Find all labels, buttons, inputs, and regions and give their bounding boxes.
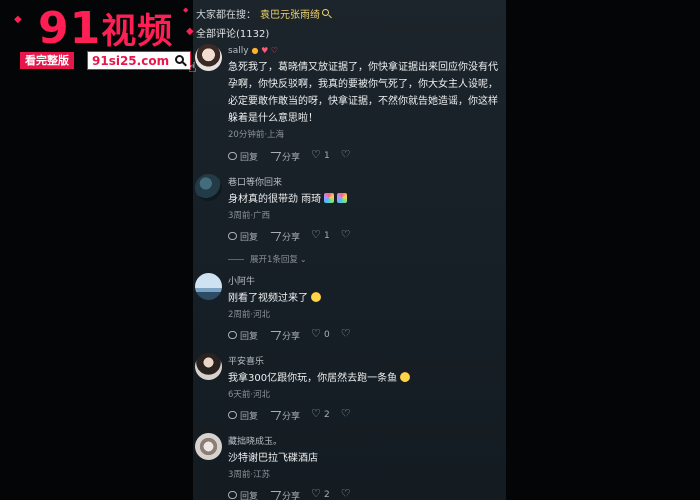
share-icon	[270, 331, 278, 339]
dislike-icon	[341, 148, 351, 161]
divider	[228, 258, 244, 260]
comment-username[interactable]: 巷口等你回来	[228, 175, 500, 188]
share-button[interactable]: 分享	[270, 230, 300, 243]
search-keyword[interactable]: 袁巴元张雨绮	[260, 10, 320, 21]
comment-username[interactable]: 小阿牛	[228, 274, 500, 287]
reply-icon	[228, 331, 237, 339]
heart-icon	[311, 407, 321, 420]
search-icon	[322, 9, 329, 16]
reply-icon	[228, 152, 237, 160]
dislike-button[interactable]	[341, 148, 351, 161]
avatar[interactable]	[195, 433, 222, 460]
like-button[interactable]: 1	[311, 228, 330, 241]
watermark-logo: 91视频	[38, 3, 174, 54]
dislike-icon	[341, 228, 351, 241]
heart-icon	[311, 327, 321, 340]
comment-username[interactable]: 平安喜乐	[228, 354, 500, 367]
comment-text: 急死我了，葛晓倩又放证据了，你快拿证据出来回应你没有代孕啊，你快反驳啊，我真的要…	[228, 62, 498, 124]
comment-actions: 回复 分享 1	[228, 148, 363, 163]
share-icon	[270, 232, 278, 240]
comment-meta: 3周前·江苏	[228, 470, 271, 480]
comment-meta: 2周前·河北	[228, 310, 271, 320]
chevron-down-icon: ⌄	[299, 254, 307, 264]
like-button[interactable]: 2	[311, 407, 330, 420]
reply-button[interactable]: 回复	[228, 230, 258, 243]
dislike-icon	[341, 407, 351, 420]
comment-text: 刚看了视频过来了	[228, 290, 500, 307]
comments-count: 全部评论(1132)	[196, 29, 270, 40]
comment-meta: 3周前·广西	[228, 211, 271, 221]
share-button[interactable]: 分享	[270, 409, 300, 422]
share-button[interactable]: 分享	[270, 489, 300, 500]
reply-icon	[228, 491, 237, 499]
dislike-button[interactable]	[341, 327, 351, 340]
dislike-icon	[341, 487, 351, 500]
comment-text: 我拿300亿跟你玩，你居然去跑一条鱼	[228, 370, 500, 387]
search-suggestion[interactable]: 大家都在搜： 袁巴元张雨绮	[196, 6, 329, 21]
watermark: ◆ ◆ ◆ 91视频 看完整版 91si25.com ☝	[0, 0, 200, 80]
sparkle-icon: ◆	[183, 6, 189, 14]
pointer-hand-icon: ☝	[188, 60, 197, 76]
comments-panel: 大家都在搜： 袁巴元张雨绮 全部评论(1132) sally ● ♥ ♡ 急死我了，…	[193, 0, 506, 500]
dislike-button[interactable]	[341, 487, 351, 500]
comment-actions: 回复 分享 1	[228, 228, 363, 243]
comment-actions: 回复 分享 2	[228, 487, 363, 500]
dislike-button[interactable]	[341, 228, 351, 241]
emoji-icon	[400, 372, 411, 382]
comment-actions: 回复 分享 0	[228, 327, 363, 342]
heart-icon	[311, 487, 321, 500]
sparkle-icon: ◆	[186, 26, 194, 37]
dislike-button[interactable]	[341, 407, 351, 420]
reply-button[interactable]: 回复	[228, 489, 258, 500]
avatar[interactable]	[195, 273, 222, 300]
right-backdrop	[506, 0, 700, 500]
share-button[interactable]: 分享	[270, 150, 300, 163]
comment-meta: 6天前·河北	[228, 390, 271, 400]
emoji-icon	[337, 193, 348, 203]
watermark-badge: 看完整版	[20, 52, 74, 69]
share-icon	[270, 411, 278, 419]
share-icon	[270, 152, 278, 160]
heart-icon	[311, 148, 321, 161]
dislike-icon	[341, 327, 351, 340]
heart-icon	[311, 228, 321, 241]
emoji-icon	[311, 292, 321, 302]
watermark-url: 91si25.com	[87, 51, 191, 70]
comment-meta: 20分钟前·上海	[228, 130, 285, 140]
avatar[interactable]	[195, 353, 222, 380]
reply-button[interactable]: 回复	[228, 409, 258, 422]
comment-text: 沙特谢巴拉飞碟酒店	[228, 453, 318, 464]
user-badge-icon: ● ♥ ♡	[251, 46, 278, 55]
comment-username[interactable]: 藏拙晓成玉。	[228, 434, 500, 447]
reply-icon	[228, 232, 237, 240]
search-icon	[175, 55, 184, 64]
like-button[interactable]: 0	[311, 327, 330, 340]
comment-username[interactable]: sally ● ♥ ♡	[228, 46, 500, 56]
sparkle-icon: ◆	[14, 14, 22, 25]
share-button[interactable]: 分享	[270, 329, 300, 342]
comment-text: 身材真的很带劲 雨琦	[228, 191, 500, 208]
avatar[interactable]	[195, 174, 222, 201]
expand-replies-button[interactable]: 展开1条回复 ⌄	[228, 253, 307, 265]
search-prefix: 大家都在搜：	[196, 10, 256, 21]
like-button[interactable]: 1	[311, 148, 330, 161]
reply-icon	[228, 411, 237, 419]
comment-actions: 回复 分享 2	[228, 407, 363, 422]
like-button[interactable]: 2	[311, 487, 330, 500]
share-icon	[270, 491, 278, 499]
emoji-icon	[324, 193, 335, 203]
reply-button[interactable]: 回复	[228, 329, 258, 342]
reply-button[interactable]: 回复	[228, 150, 258, 163]
